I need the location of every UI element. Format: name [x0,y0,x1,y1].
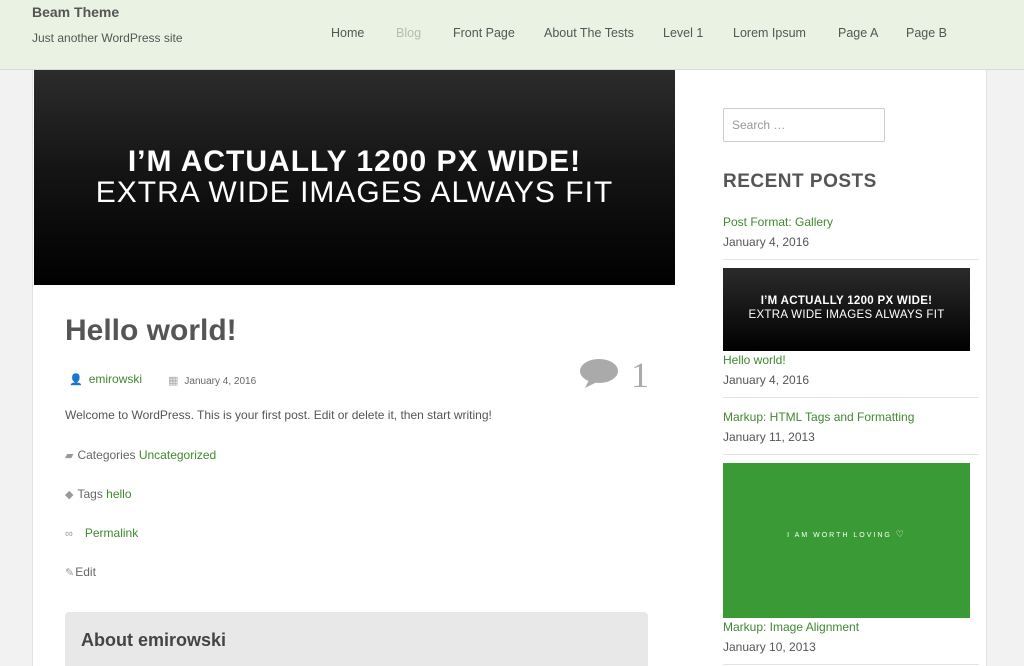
permalink-link[interactable]: Permalink [85,526,138,540]
thumbnail-line2: EXTRA WIDE IMAGES ALWAYS FIT [748,309,945,321]
user-icon: 👤 [69,374,83,386]
divider [723,664,979,665]
recent-post-date: January 4, 2016 [723,235,810,249]
divider [723,397,979,398]
recent-post-thumbnail[interactable]: I’M ACTUALLY 1200 PX WIDE! EXTRA WIDE IM… [723,268,970,351]
comment-icon[interactable] [579,358,619,388]
nav-item-front-page[interactable]: Front Page [453,26,515,40]
post-categories: ▰ Categories Uncategorized [65,448,216,462]
nav-item-lorem-ipsum[interactable]: Lorem Ipsum [733,26,806,40]
author-bio-title: About emirowski [81,630,227,650]
featured-image[interactable]: I’M ACTUALLY 1200 PX WIDE! EXTRA WIDE IM… [34,70,675,285]
recent-post-date: January 10, 2013 [723,640,816,654]
post-tags: ◆ Tags hello [65,487,132,501]
divider [723,454,979,455]
nav-item-page-a[interactable]: Page A [838,26,878,40]
nav-item-about-the-tests[interactable]: About The Tests [544,26,634,40]
thumbnail-text: I AM WORTH LOVING ♡ [787,529,906,539]
calendar-icon: ▦ [168,375,179,387]
categories-label: Categories [77,448,136,462]
page-container: I’M ACTUALLY 1200 PX WIDE! EXTRA WIDE IM… [32,70,987,666]
folder-icon: ▰ [65,450,74,462]
recent-post-thumbnail[interactable]: I AM WORTH LOVING ♡ [723,463,970,618]
pencil-icon: ✎ [65,567,75,579]
tags-icon: ◆ [65,489,74,501]
featured-image-line2: EXTRA WIDE IMAGES ALWAYS FIT [95,176,614,209]
link-icon: ∞ [65,528,73,540]
site-title[interactable]: Beam Theme [32,4,119,20]
post-title[interactable]: Hello world! [65,314,237,348]
post-permalink: ∞ Permalink [65,526,138,540]
recent-post-date: January 11, 2013 [723,430,815,444]
heart-icon: ♡ [895,529,906,539]
post-body: Welcome to WordPress. This is your first… [65,408,492,422]
edit-link[interactable]: Edit [75,565,96,579]
nav-item-level-1[interactable]: Level 1 [663,26,703,40]
post-edit: ✎Edit [65,565,96,579]
search-input[interactable] [723,108,885,142]
author-link[interactable]: emirowski [89,372,142,386]
tags-label: Tags [77,487,103,501]
recent-post-date: January 4, 2016 [723,373,810,387]
recent-post-link[interactable]: Markup: Image Alignment [723,620,859,634]
date-text: January 4, 2016 [184,376,257,387]
site-header: Beam Theme Just another WordPress site H… [0,0,1024,70]
divider [723,259,979,260]
nav-item-home[interactable]: Home [331,26,364,40]
author-bio-box: About emirowski [65,612,648,666]
nav-item-page-b[interactable]: Page B [906,26,947,40]
recent-post-link[interactable]: Markup: HTML Tags and Formatting [723,410,914,424]
category-link[interactable]: Uncategorized [139,448,216,462]
main-nav: Home Blog Front Page About The Tests Lev… [0,26,1024,46]
featured-image-line1: I’M ACTUALLY 1200 PX WIDE! [127,145,582,178]
recent-post-link[interactable]: Post Format: Gallery [723,215,833,229]
nav-item-blog[interactable]: Blog [396,26,421,40]
recent-posts-heading: RECENT POSTS [723,171,877,192]
post-author: 👤 emirowski [69,372,142,386]
tag-link[interactable]: hello [106,487,131,501]
thumbnail-line1: I’M ACTUALLY 1200 PX WIDE! [760,295,933,307]
comment-count[interactable]: 1 [631,354,649,396]
recent-post-link[interactable]: Hello world! [723,353,786,367]
post-date: ▦ January 4, 2016 [168,374,256,387]
